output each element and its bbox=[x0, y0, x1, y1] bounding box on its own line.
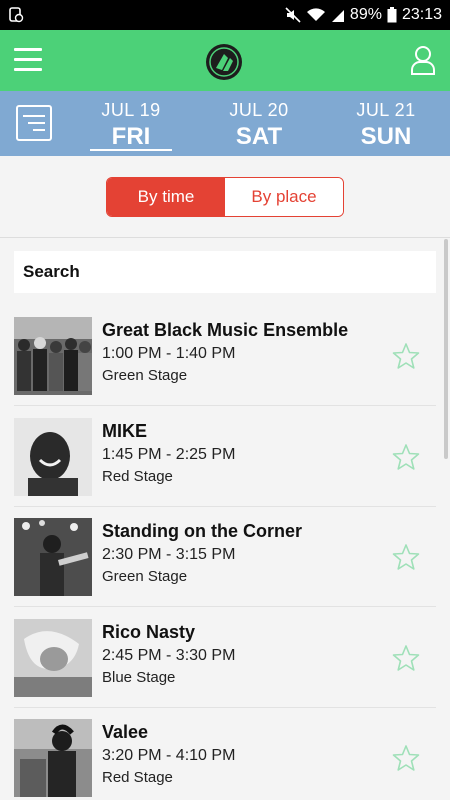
menu-button[interactable] bbox=[14, 48, 42, 72]
stage-name: Red Stage bbox=[102, 468, 173, 485]
set-time: 1:00 PM - 1:40 PM bbox=[102, 345, 236, 362]
app-bar bbox=[0, 30, 450, 91]
set-time: 3:20 PM - 4:10 PM bbox=[102, 747, 236, 764]
artist-name: Valee bbox=[102, 722, 149, 742]
set-time: 1:45 PM - 2:25 PM bbox=[102, 446, 236, 463]
wifi-icon bbox=[306, 8, 325, 21]
event-info: Rico Nasty 2:45 PM - 3:30 PM Blue Stage bbox=[102, 619, 235, 689]
status-left bbox=[8, 7, 24, 23]
festival-logo-icon[interactable] bbox=[204, 42, 244, 82]
status-bar: 89% 23:13 bbox=[0, 0, 450, 30]
user-icon bbox=[411, 46, 435, 75]
artist-photo bbox=[14, 317, 92, 395]
hamburger-icon-line bbox=[14, 58, 42, 61]
hamburger-icon-line bbox=[14, 48, 42, 51]
list-item[interactable]: Standing on the Corner 2:30 PM - 3:15 PM… bbox=[14, 507, 436, 607]
status-right: 89% 23:13 bbox=[285, 6, 442, 24]
star-icon[interactable] bbox=[392, 342, 420, 370]
artist-photo bbox=[14, 619, 92, 697]
profile-button[interactable] bbox=[410, 44, 436, 76]
by-time-button[interactable]: By time bbox=[107, 178, 225, 216]
tab-weekday: SAT bbox=[235, 123, 283, 150]
tab-day-fri[interactable]: JUL 19 FRI bbox=[76, 91, 186, 156]
tab-month: JUL 21 bbox=[356, 100, 416, 120]
view-toggle-area: By time By place bbox=[0, 156, 450, 238]
battery-percent: 89% bbox=[349, 6, 382, 23]
signal-icon bbox=[331, 10, 344, 22]
clock: 23:13 bbox=[401, 6, 442, 23]
tab-month: JUL 19 bbox=[101, 100, 161, 120]
event-info: Standing on the Corner 2:30 PM - 3:15 PM… bbox=[102, 518, 302, 588]
list-item[interactable]: Rico Nasty 2:45 PM - 3:30 PM Blue Stage bbox=[14, 608, 436, 708]
stage-name: Green Stage bbox=[102, 568, 188, 585]
list-item[interactable]: Great Black Music Ensemble 1:00 PM - 1:4… bbox=[14, 306, 436, 406]
star-icon[interactable] bbox=[392, 543, 420, 571]
tab-day-sun[interactable]: JUL 21 SUN bbox=[331, 91, 441, 156]
tab-day-sat[interactable]: JUL 20 SAT bbox=[204, 91, 314, 156]
artist-photo bbox=[14, 719, 92, 797]
filter-button[interactable] bbox=[16, 105, 52, 141]
list-item[interactable]: Valee 3:20 PM - 4:10 PM Red Stage bbox=[14, 708, 436, 800]
list-item[interactable]: MIKE 1:45 PM - 2:25 PM Red Stage bbox=[14, 407, 436, 507]
event-list[interactable]: Search Great Black Music Ensemble 1:00 P… bbox=[0, 239, 450, 800]
filter-list-icon bbox=[16, 105, 52, 141]
day-selector: JUL 19 FRI JUL 20 SAT JUL 21 SUN bbox=[0, 91, 450, 156]
stage-name: Green Stage bbox=[102, 367, 188, 384]
event-info: MIKE 1:45 PM - 2:25 PM Red Stage bbox=[102, 418, 235, 488]
artist-name: Great Black Music Ensemble bbox=[102, 320, 349, 340]
artist-name: MIKE bbox=[102, 421, 147, 441]
set-time: 2:45 PM - 3:30 PM bbox=[102, 647, 236, 664]
star-icon[interactable] bbox=[392, 443, 420, 471]
scrollbar[interactable] bbox=[444, 239, 448, 459]
notification-icon bbox=[9, 7, 24, 23]
hamburger-icon-line bbox=[14, 68, 42, 71]
set-time: 2:30 PM - 3:15 PM bbox=[102, 546, 236, 563]
tab-weekday: SUN bbox=[360, 123, 412, 150]
star-icon[interactable] bbox=[392, 744, 420, 772]
event-info: Valee 3:20 PM - 4:10 PM Red Stage bbox=[102, 719, 235, 789]
view-toggle: By time By place bbox=[106, 177, 344, 217]
stage-name: Red Stage bbox=[102, 769, 173, 786]
by-place-button[interactable]: By place bbox=[225, 178, 343, 216]
artist-name: Rico Nasty bbox=[102, 622, 196, 642]
artist-photo bbox=[14, 418, 92, 496]
battery-icon bbox=[387, 7, 397, 23]
tab-weekday: FRI bbox=[111, 123, 151, 150]
search-input[interactable]: Search bbox=[14, 251, 436, 293]
mute-icon bbox=[285, 7, 301, 23]
artist-photo bbox=[14, 518, 92, 596]
event-info: Great Black Music Ensemble 1:00 PM - 1:4… bbox=[102, 317, 348, 387]
tab-month: JUL 20 bbox=[229, 100, 289, 120]
artist-name: Standing on the Corner bbox=[102, 521, 302, 541]
star-icon[interactable] bbox=[392, 644, 420, 672]
stage-name: Blue Stage bbox=[102, 669, 176, 686]
